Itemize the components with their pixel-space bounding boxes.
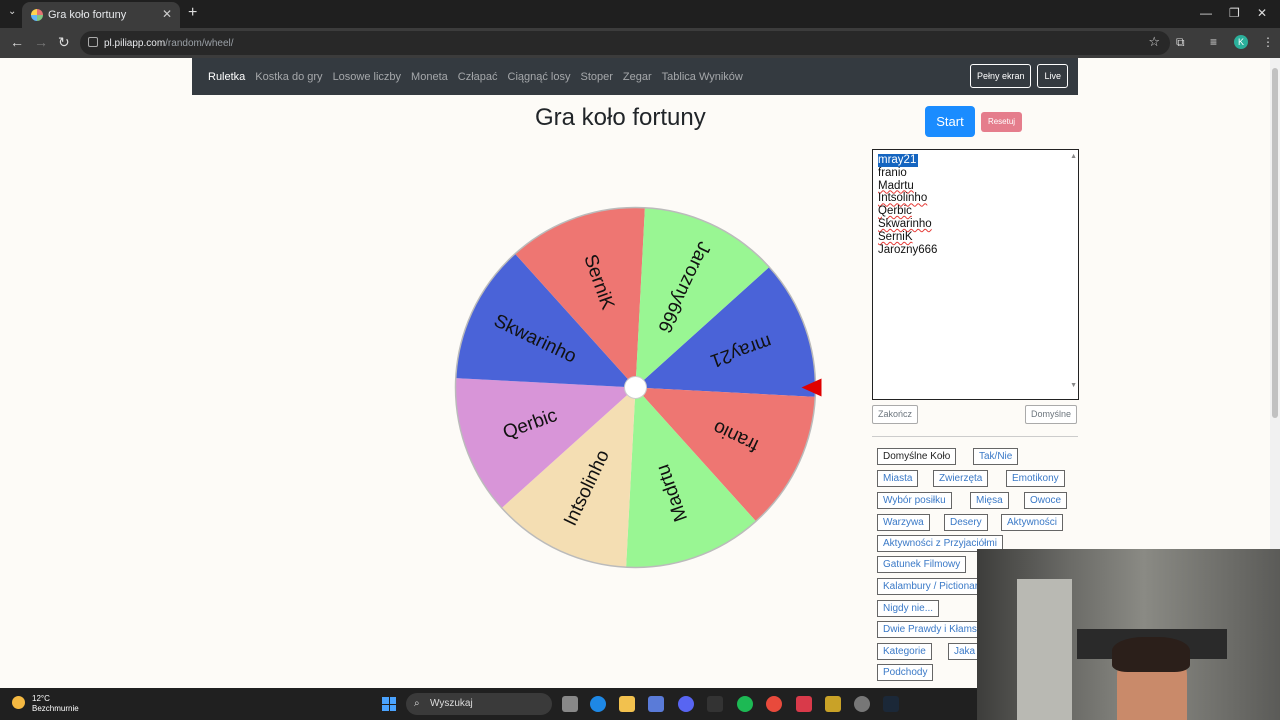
preset-button[interactable]: Owoce [1024,492,1068,509]
nav-zegar[interactable]: Zegar [623,71,652,83]
edge-icon[interactable] [590,696,606,712]
search-icon: ⌕ [414,698,420,709]
browser-tab-strip: ⌄ Gra koło fortuny ✕ + — ❐ ✕ [0,0,1280,28]
new-tab-icon[interactable]: + [188,4,197,22]
nav-ciagnac-losy[interactable]: Ciągnąć losy [508,71,571,83]
browser-toolbar: ← → ↻ pl.piliapp.com/random/wheel/ ☆ ⧉ ≡… [0,28,1280,58]
site-navbar: Ruletka Kostka do gry Losowe liczby Mone… [192,58,1078,95]
start-button[interactable]: Start [925,106,975,137]
preset-button[interactable]: Tak/Nie [973,448,1019,465]
wheel-hub [624,376,647,399]
league-icon[interactable] [825,696,841,712]
chrome-icon[interactable] [766,696,782,712]
task-view-icon[interactable] [562,696,578,712]
preset-button[interactable]: Gatunek Filmowy [877,556,967,573]
webcam-overlay [977,549,1280,720]
address-bar[interactable]: pl.piliapp.com/random/wheel/ ☆ [80,31,1170,55]
preset-button[interactable]: Warzywa [877,514,930,531]
explorer-icon[interactable] [619,696,635,712]
entry-line: Skwarinho [878,217,932,230]
tab-list-icon[interactable]: ⌄ [8,6,16,17]
preset-button[interactable]: Domyślne Koło [877,448,957,465]
live-button[interactable]: Live [1037,64,1068,88]
preset-button[interactable]: Podchody [877,664,934,681]
preset-button[interactable]: Miasta [877,470,919,487]
nav-stoper[interactable]: Stoper [580,71,612,83]
back-icon[interactable]: ← [10,34,24,50]
app-icon[interactable] [707,696,723,712]
entries-textarea[interactable]: ▲ ▼ mray21 franio Madrtu Intsolinho Qerbic Sk… [872,149,1079,400]
discord-icon[interactable] [678,696,694,712]
scroll-down-icon[interactable]: ▼ [1070,380,1077,393]
preset-button[interactable]: Zwierzęta [933,470,989,487]
nav-losowe-liczby[interactable]: Losowe liczby [333,71,401,83]
nav-moneta[interactable]: Moneta [411,71,448,83]
windows-start-icon[interactable] [382,697,396,711]
finish-button[interactable]: Zakończ [872,405,919,424]
taskbar-search[interactable]: ⌕ Wyszukaj [406,693,552,715]
preset-button[interactable]: Mięsa [970,492,1009,509]
reset-button[interactable]: Resetuj [981,112,1022,132]
extensions-icon[interactable]: ⧉ [1176,35,1185,50]
app-icon-red[interactable] [796,696,812,712]
default-button[interactable]: Domyślne [1025,405,1078,424]
entry-line: SerniK [878,230,913,243]
browser-tab[interactable]: Gra koło fortuny ✕ [22,2,180,28]
moon-icon [12,696,25,709]
fullscreen-button[interactable]: Pełny ekran [969,64,1032,88]
entry-line: Qerbic [878,205,912,218]
preset-button[interactable]: Kalambury / Pictionary [877,578,990,595]
page-title: Gra koło fortuny [535,104,706,131]
entry-line: Jarozny666 [878,243,938,256]
preset-button[interactable]: Nigdy nie... [877,600,940,617]
profile-avatar[interactable]: K [1234,35,1248,49]
preset-button[interactable]: Wybór posiłku [877,492,952,509]
media-icon[interactable]: ≡ [1210,35,1217,49]
site-favicon-icon [31,9,43,21]
fortune-wheel[interactable]: mray21franioMadrtuIntsolinhoQerbicSkwari… [448,200,823,575]
entry-line: mray21 [878,154,919,167]
url-domain: pl.piliapp.com [104,37,166,49]
preset-button[interactable]: Aktywności [1001,514,1064,531]
entry-line: Intsolinho [878,192,928,205]
site-info-icon[interactable] [88,37,98,47]
spotify-icon[interactable] [737,696,753,712]
tab-title: Gra koło fortuny [48,9,127,21]
entry-line: franio [878,166,907,179]
nav-kostka[interactable]: Kostka do gry [255,71,322,83]
steam-icon[interactable] [883,696,899,712]
weather-temp: 12°C [32,694,50,703]
nav-czlapac[interactable]: Człapać [458,71,498,83]
forward-icon[interactable]: → [34,34,48,50]
weather-desc: Bezchmurnie [32,704,79,713]
preset-button[interactable]: Emotikony [1006,470,1065,487]
url-path: /random/wheel/ [165,37,234,49]
nav-tablica-wynikow[interactable]: Tablica Wyników [662,71,743,83]
divider [872,436,1078,437]
scroll-up-icon[interactable]: ▲ [1070,151,1077,164]
taskbar-search-label: Wyszukaj [430,698,473,709]
restore-icon[interactable]: ❐ [1229,6,1240,20]
nav-ruletka[interactable]: Ruletka [208,71,245,83]
preset-button[interactable]: Kategorie [877,643,932,660]
store-icon[interactable] [648,696,664,712]
app-icon-gray[interactable] [854,696,870,712]
menu-icon[interactable]: ⋮ [1262,35,1274,49]
preset-button[interactable]: Desery [944,514,988,531]
weather-widget[interactable]: 12°C Bezchmurnie [12,694,79,714]
close-tab-icon[interactable]: ✕ [162,7,172,21]
minimize-icon[interactable]: — [1200,6,1212,20]
bookmark-star-icon[interactable]: ☆ [1148,34,1160,50]
reload-icon[interactable]: ↻ [58,34,70,51]
entry-line: Madrtu [878,179,914,192]
close-window-icon[interactable]: ✕ [1257,6,1267,20]
